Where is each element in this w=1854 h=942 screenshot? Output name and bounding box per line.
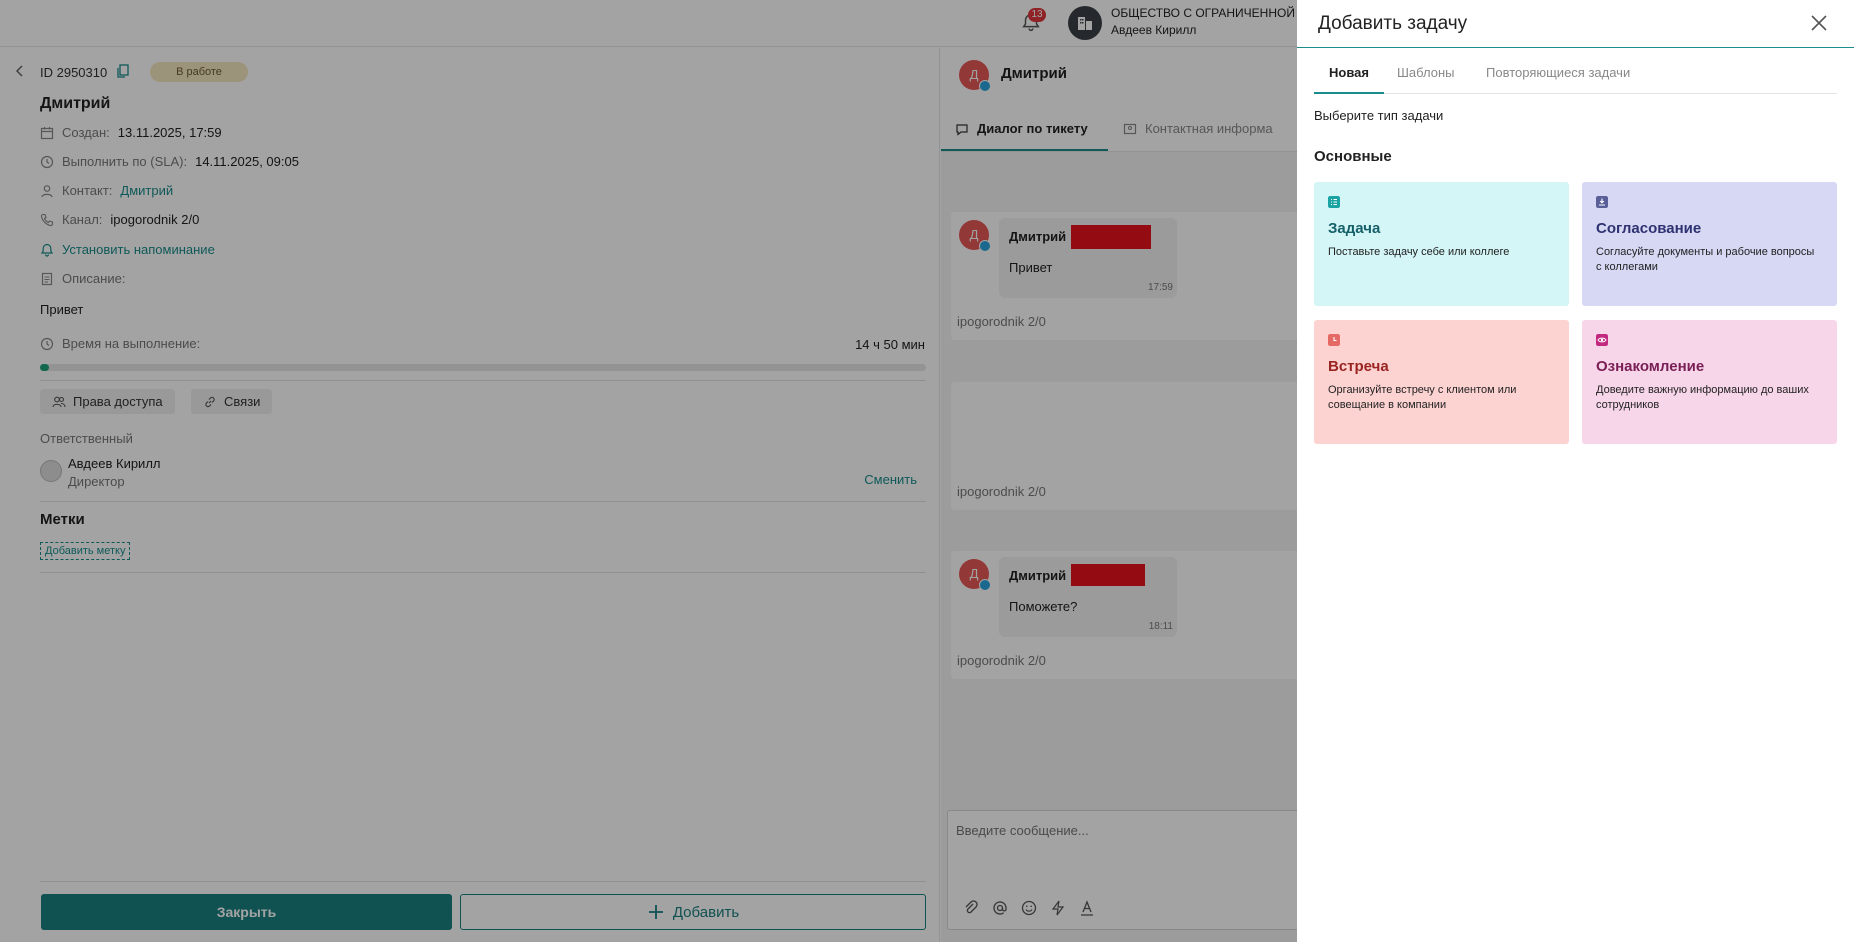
tabs-baseline [1314,93,1837,94]
card-title: Встреча [1328,358,1389,375]
task-type-card-acquaintance[interactable]: Ознакомление Доведите важную информацию … [1582,320,1837,444]
section-title: Основные [1314,148,1392,165]
card-description: Согласуйте документы и рабочие вопросы с… [1596,246,1815,273]
eye-icon [1596,334,1608,346]
close-icon[interactable] [1807,11,1831,35]
card-description: Организуйте встречу с клиентом или совещ… [1328,384,1517,411]
modal-backdrop[interactable] [0,0,1297,942]
drawer-title: Добавить задачу [1318,13,1468,34]
tab-templates[interactable]: Шаблоны [1397,65,1455,80]
card-title: Задача [1328,220,1381,237]
card-title: Ознакомление [1596,358,1705,375]
list-icon [1328,196,1340,208]
approve-icon [1596,196,1608,208]
card-description: Поставьте задачу себе или коллеге [1328,246,1510,258]
tab-recurring[interactable]: Повторяющиеся задачи [1486,65,1630,80]
task-type-card-task[interactable]: Задача Поставьте задачу себе или коллеге [1314,182,1569,306]
tab-new[interactable]: Новая [1329,65,1369,80]
active-tab-underline [1314,92,1384,94]
card-title: Согласование [1596,220,1702,237]
task-type-card-approval[interactable]: Согласование Согласуйте документы и рабо… [1582,182,1837,306]
add-task-drawer: Добавить задачу Новая Шаблоны Повторяющи… [1297,0,1854,942]
task-type-card-meeting[interactable]: Встреча Организуйте встречу с клиентом и… [1314,320,1569,444]
clock-icon [1328,334,1340,346]
choose-type-label: Выберите тип задачи [1314,108,1444,123]
card-description: Доведите важную информацию до ваших сотр… [1596,384,1809,411]
drawer-header-line [1297,47,1854,48]
